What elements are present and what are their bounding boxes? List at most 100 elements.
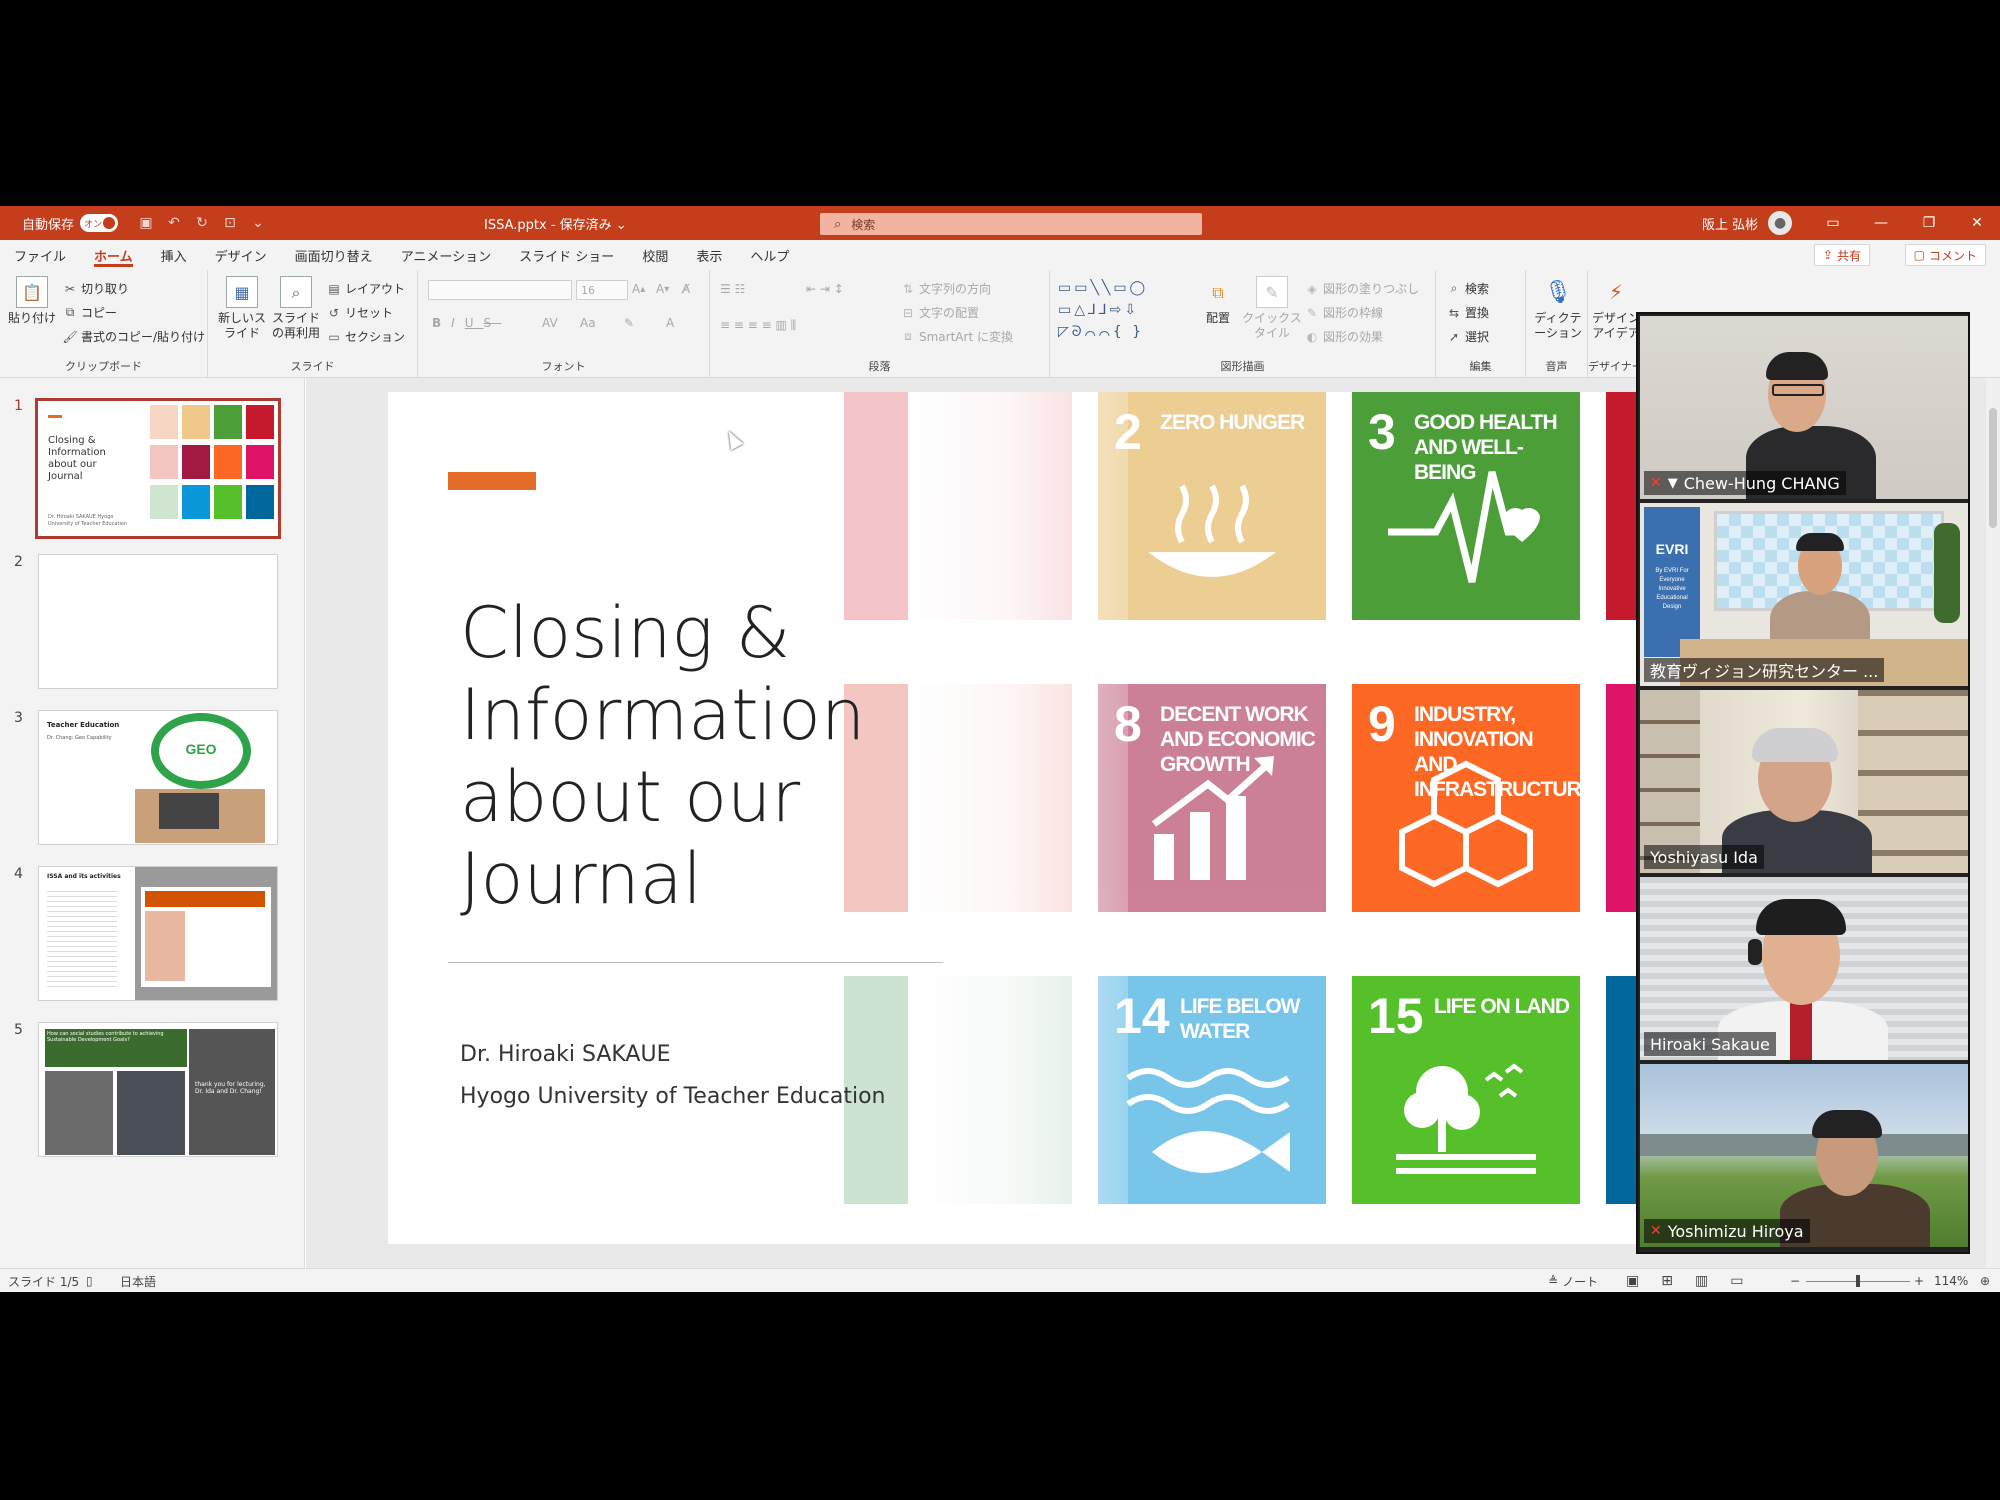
redo-icon[interactable]: ↻ [192,213,212,233]
slide-affiliation[interactable]: Hyogo University of Teacher Education [460,1084,885,1109]
underline-icon[interactable]: U [465,316,484,330]
design-ideas-button[interactable]: ⚡ デザインアイデア [1590,276,1636,341]
font-size-select[interactable]: 16 [576,280,628,300]
shape-effects-button[interactable]: ◐ 図形の効果 [1304,328,1383,345]
slideshow-view-icon[interactable]: ▭ [1730,1273,1765,1289]
clear-format-icon[interactable]: A̸ [682,282,690,296]
tab-review[interactable]: 校閲 [628,240,682,270]
slide-author[interactable]: Dr. Hiroaki SAKAUE [460,1042,670,1067]
save-icon[interactable]: ▣ [136,213,156,233]
scrollbar-thumb[interactable] [1989,408,1997,528]
vertical-scrollbar[interactable] [1986,378,2000,1268]
video-tile-1[interactable]: ✕ ▼ Chew-Hung CHANG [1640,316,1968,499]
language[interactable]: 日本語 [120,1269,156,1292]
slide-title[interactable]: Closing & Information about our Journal [460,592,980,920]
normal-view-icon[interactable]: ▣ [1626,1273,1661,1289]
highlight-icon[interactable]: ✎ [624,316,634,330]
tab-slideshow[interactable]: スライド ショー [505,240,628,270]
select-button[interactable]: ➚ 選択 [1446,328,1489,345]
undo-icon[interactable]: ↶ [164,213,184,233]
slide-thumbnails-pane[interactable]: 1 Closing & Information about our Journa… [0,378,305,1268]
tab-animations[interactable]: アニメーション [387,240,505,270]
align-icons[interactable]: ≡ ≡ ≡ ≡ ▥ ⫼ [720,318,796,333]
video-tile-4[interactable]: Hiroaki Sakaue [1640,877,1968,1060]
section-button[interactable]: ▭ セクション [326,328,405,345]
clipboard-group: 📋 貼り付け ✂ 切り取り ⧉ コピー 🖌 書式のコピー/貼り付け クリップボード [0,270,208,378]
find-button[interactable]: ⌕ 検索 [1446,280,1489,297]
italic-icon[interactable]: I [451,316,465,330]
fit-slide-icon[interactable]: ⊕ [1980,1269,1990,1292]
tab-file[interactable]: ファイル [0,240,80,270]
reading-view-icon[interactable]: ▥ [1695,1273,1730,1289]
change-case-icon[interactable]: Aa [580,316,596,330]
autosave-toggle[interactable]: オン [80,214,119,232]
thumbnail-slide-4[interactable]: ISSA and its activities [38,866,278,1001]
tab-home[interactable]: ホーム [80,240,147,270]
slide-canvas[interactable]: 2ZERO HUNGER 3 GOOD HEALTH AND WELL-BEING 8… [388,392,1786,1244]
thumbnail-slide-5[interactable]: How can social studies contribute to ach… [38,1022,278,1157]
copy-button[interactable]: ⧉ コピー [62,304,117,321]
increase-font-icon[interactable]: A ▴ [632,282,645,296]
restore-icon[interactable]: ❐ [1906,206,1952,240]
user-avatar-icon[interactable]: ● [1768,211,1793,235]
minimize-icon[interactable]: — [1858,206,1904,240]
spellcheck-icon[interactable]: ▯ [86,1269,93,1292]
format-painter-button[interactable]: 🖌 書式のコピー/貼り付け [62,328,205,345]
thumbnail-slide-3[interactable]: Teacher Education Dr. Chang: Geo Capabil… [38,710,278,845]
dictate-button[interactable]: 🎙 ディクテーション [1530,276,1586,341]
bullets-icon[interactable]: ☰ ☷ [720,282,745,296]
zoom-in-icon[interactable]: + [1914,1269,1924,1292]
tab-help[interactable]: ヘルプ [736,240,803,270]
arrange-button[interactable]: ⧉ 配置 [1192,276,1244,326]
smartart-button[interactable]: ⧈ SmartArt に変換 [900,328,1013,345]
autosave[interactable]: 自動保存 オン [22,206,119,240]
video-tile-2[interactable]: EVRI By EVRI For Everyone Innovative Edu… [1640,503,1968,686]
font-family-select[interactable] [428,280,572,300]
strikethrough-icon[interactable]: S [484,316,502,330]
shape-outline-button[interactable]: ✎ 図形の枠線 [1304,304,1383,321]
tab-view[interactable]: 表示 [682,240,736,270]
zoom-slider-handle[interactable] [1856,1274,1860,1287]
indent-icon[interactable]: ⇤ ⇥ ↕ [806,282,844,296]
shape-fill-button[interactable]: ◈ 図形の塗りつぶし [1304,280,1419,297]
notes-button[interactable]: ≜ ノート [1548,1269,1598,1292]
comment-button[interactable]: ▢ コメント [1904,244,1986,266]
slide-sorter-icon[interactable]: ⊞ [1661,1273,1695,1289]
zoom-level[interactable]: 114% [1934,1269,1968,1292]
char-spacing-icon[interactable]: AV [542,316,558,330]
tab-design[interactable]: デザイン [201,240,281,270]
zoom-slider[interactable] [1806,1269,1910,1292]
replace-button[interactable]: ⇆ 置換 [1446,304,1489,321]
zoom-out-icon[interactable]: − [1790,1269,1800,1292]
shapes-gallery-row2[interactable]: ▭△⅃⅃⇨⇩ [1058,302,1139,318]
text-direction-button[interactable]: ⇅ 文字列の方向 [900,280,991,297]
cut-button[interactable]: ✂ 切り取り [62,280,129,297]
search-box[interactable]: ⌕ 検索 [820,213,1202,235]
video-tile-5[interactable]: ✕ Yoshimizu Hiroya [1640,1064,1968,1247]
tab-transitions[interactable]: 画面切り替え [281,240,387,270]
decrease-font-icon[interactable]: A ▾ [656,282,669,296]
thumbnail-slide-2[interactable] [38,554,278,689]
account[interactable]: 阪上 弘彬 ● [1702,206,1793,240]
layout-button[interactable]: ▤ レイアウト [326,280,405,297]
shapes-gallery[interactable]: ▭▭╲╲▭◯ [1058,280,1148,296]
new-slide-button[interactable]: ▦ 新しいスライド [216,276,268,341]
paste-button[interactable]: 📋 貼り付け [6,276,58,326]
customize-toolbar-icon[interactable]: ⌄ [248,213,268,233]
reuse-slides-button[interactable]: ⌕ スライドの再利用 [270,276,322,341]
font-color-icon[interactable]: A [666,316,674,330]
bold-icon[interactable]: B [432,316,451,330]
align-text-button[interactable]: ⊟ 文字の配置 [900,304,979,321]
start-slideshow-icon[interactable]: ⊡ [220,213,240,233]
tab-insert[interactable]: 挿入 [147,240,201,270]
reset-button[interactable]: ↺ リセット [326,304,393,321]
thumbnail-slide-1[interactable]: Closing & Information about our Journal … [35,398,281,539]
video-tile-3[interactable]: Yoshiyasu Ida [1640,690,1968,873]
font-style-buttons[interactable]: BIUS [432,316,501,330]
close-icon[interactable]: ✕ [1954,206,2000,240]
view-buttons[interactable]: ▣ ⊞ ▥ ▭ [1626,1269,1765,1292]
share-button[interactable]: ⇪ 共有 [1813,244,1870,266]
shapes-gallery-row3[interactable]: ◸ᘐ⌒⌒{ } [1058,324,1144,340]
ribbon-display-icon[interactable]: ▭ [1810,206,1856,240]
quick-styles-button[interactable]: ✎ クイックスタイル [1242,276,1302,341]
